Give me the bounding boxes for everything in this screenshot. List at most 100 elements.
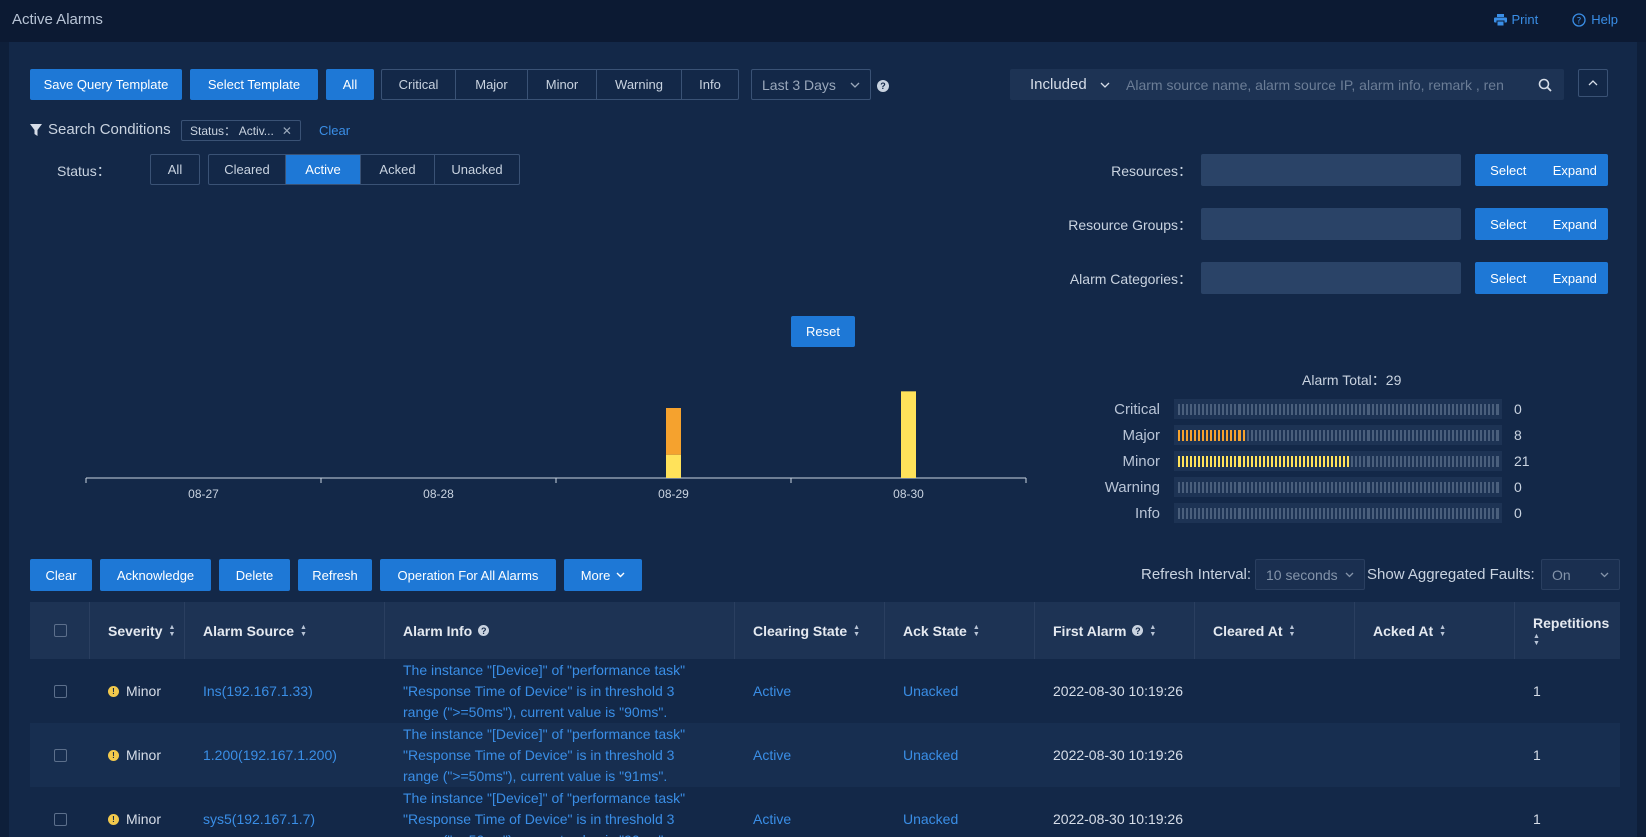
severity-filter-group: Critical Major Minor Warning Info bbox=[381, 69, 739, 100]
ack-state-column-header[interactable]: Ack State ▲ ▼ bbox=[885, 602, 1035, 659]
sort-icon: ▲ ▼ bbox=[1149, 623, 1157, 638]
severity-value: Minor bbox=[126, 683, 162, 699]
ack-state-link[interactable]: Unacked bbox=[885, 787, 1035, 837]
alarm-info-line: The instance "[Device]" of "performance … bbox=[403, 789, 686, 806]
severity-summary-bar bbox=[1174, 503, 1502, 523]
chart-reset-button[interactable]: Reset bbox=[791, 316, 855, 347]
severity-summary-row: Info 0 bbox=[1090, 502, 1522, 524]
resource-groups-select-button[interactable]: Select bbox=[1475, 217, 1542, 232]
time-range-help-icon[interactable]: ? bbox=[877, 80, 889, 92]
acknowledge-button[interactable]: Acknowledge bbox=[100, 559, 211, 591]
repetitions-column-header[interactable]: Repetitions ▲ ▼ bbox=[1515, 602, 1620, 659]
operation-for-all-alarms-button[interactable]: Operation For All Alarms bbox=[380, 559, 556, 591]
severity-info-option[interactable]: Info bbox=[682, 70, 738, 99]
alarm-categories-label: Alarm Categories： bbox=[1069, 271, 1192, 287]
alarm-info-cell[interactable]: The instance "[Device]" of "performance … bbox=[385, 659, 735, 723]
alarm-info-line: range (">=50ms"), current value is "90ms… bbox=[403, 830, 685, 837]
severity-value: Minor bbox=[126, 811, 162, 827]
clear-alarms-button[interactable]: Clear bbox=[30, 559, 92, 591]
alarm-info-cell[interactable]: The instance "[Device]" of "performance … bbox=[385, 723, 735, 787]
sort-icon: ▲ ▼ bbox=[853, 623, 861, 638]
severity-cell: ! Minor bbox=[90, 659, 185, 723]
help-link[interactable]: ? Help bbox=[1572, 12, 1618, 27]
bar-minor-08-29[interactable] bbox=[666, 454, 681, 478]
cleared-at-value bbox=[1195, 787, 1355, 837]
alarm-source-link[interactable]: 1.200(192.167.1.200) bbox=[185, 723, 385, 787]
print-link[interactable]: Print bbox=[1493, 12, 1538, 27]
resources-input[interactable] bbox=[1201, 154, 1461, 186]
row-checkbox[interactable] bbox=[54, 812, 67, 826]
severity-column-header[interactable]: Severity ▲ ▼ bbox=[90, 602, 185, 659]
alarm-source-link[interactable]: Ins(192.167.1.33) bbox=[185, 659, 385, 723]
severity-all-button[interactable]: All bbox=[326, 69, 374, 100]
alarm-categories-select-button[interactable]: Select bbox=[1475, 271, 1542, 286]
severity-header-label: Severity bbox=[108, 622, 163, 639]
row-checkbox-cell bbox=[30, 659, 90, 723]
clearing-state-link[interactable]: Active bbox=[735, 787, 885, 837]
alarm-source-link[interactable]: sys5(192.167.1.7) bbox=[185, 787, 385, 837]
sort-icon: ▲ ▼ bbox=[972, 623, 980, 638]
search-icon[interactable] bbox=[1538, 78, 1552, 92]
resources-select-button[interactable]: Select bbox=[1475, 163, 1542, 178]
bar-minor-08-30[interactable] bbox=[901, 391, 916, 478]
clearing-state-link[interactable]: Active bbox=[735, 659, 885, 723]
select-template-button[interactable]: Select Template bbox=[190, 69, 318, 100]
search-input[interactable] bbox=[1120, 76, 1538, 93]
select-all-checkbox[interactable] bbox=[54, 624, 67, 637]
ack-state-link[interactable]: Unacked bbox=[885, 723, 1035, 787]
severity-summary-bar bbox=[1174, 451, 1502, 471]
table-row[interactable]: ! Minor sys5(192.167.1.7) The instance "[De… bbox=[30, 787, 1620, 837]
severity-minor-option[interactable]: Minor bbox=[528, 70, 597, 99]
clearing-state-column-header[interactable]: Clearing State ▲ ▼ bbox=[735, 602, 885, 659]
close-icon[interactable]: ✕ bbox=[282, 124, 292, 138]
refresh-button[interactable]: Refresh bbox=[298, 559, 372, 591]
status-cleared-option[interactable]: Cleared bbox=[209, 155, 286, 184]
row-checkbox[interactable] bbox=[54, 684, 67, 698]
alarm-info-cell[interactable]: The instance "[Device]" of "performance … bbox=[385, 787, 735, 837]
ack-state-link[interactable]: Unacked bbox=[885, 659, 1035, 723]
collapse-filters-button[interactable] bbox=[1578, 69, 1608, 97]
alarm-categories-input[interactable] bbox=[1201, 262, 1461, 294]
table-row[interactable]: ! Minor Ins(192.167.1.33) The instance "[De… bbox=[30, 659, 1620, 723]
cleared-at-column-header[interactable]: Cleared At ▲ ▼ bbox=[1195, 602, 1355, 659]
resource-groups-expand-button[interactable]: Expand bbox=[1542, 217, 1609, 232]
clearing-state-link[interactable]: Active bbox=[735, 723, 885, 787]
alarm-source-column-header[interactable]: Alarm Source ▲ ▼ bbox=[185, 602, 385, 659]
row-checkbox[interactable] bbox=[54, 748, 67, 762]
status-acked-option[interactable]: Acked bbox=[361, 155, 435, 184]
printer-icon bbox=[1493, 13, 1507, 26]
alarm-info-line: The instance "[Device]" of "performance … bbox=[403, 661, 686, 678]
table-row[interactable]: ! Minor 1.200(192.167.1.200) The instance "… bbox=[30, 723, 1620, 787]
status-active-option[interactable]: Active bbox=[286, 155, 361, 184]
alarm-categories-expand-button[interactable]: Expand bbox=[1542, 271, 1609, 286]
chevron-down-icon bbox=[1600, 572, 1609, 577]
save-query-template-button[interactable]: Save Query Template bbox=[30, 69, 182, 100]
minor-severity-icon: ! bbox=[108, 749, 119, 761]
alarm-total: Alarm Total：29 bbox=[1302, 370, 1401, 390]
resource-groups-input[interactable] bbox=[1201, 208, 1461, 240]
delete-button[interactable]: Delete bbox=[219, 559, 290, 591]
severity-critical-option[interactable]: Critical bbox=[382, 70, 456, 99]
first-alarm-column-header[interactable]: First Alarm? ▲ ▼ bbox=[1035, 602, 1195, 659]
severity-warning-option[interactable]: Warning bbox=[597, 70, 682, 99]
status-all-option[interactable]: All bbox=[151, 155, 199, 184]
clear-conditions-link[interactable]: Clear bbox=[319, 123, 350, 138]
first-alarm-help-icon[interactable]: ? bbox=[1132, 625, 1144, 636]
select-all-cell bbox=[30, 602, 90, 659]
alarm-info-help-icon[interactable]: ? bbox=[478, 625, 490, 636]
acked-at-column-header[interactable]: Acked At ▲ ▼ bbox=[1355, 602, 1515, 659]
cleared-at-header-label: Cleared At bbox=[1213, 622, 1283, 639]
first-alarm-value: 2022-08-30 10:19:26 bbox=[1053, 811, 1183, 827]
search-mode-select[interactable]: Included bbox=[1010, 76, 1120, 93]
x-tick-label: 08-29 bbox=[658, 487, 689, 501]
refresh-interval-select[interactable]: 10 seconds bbox=[1255, 559, 1365, 590]
bar-major-08-29[interactable] bbox=[666, 408, 681, 455]
more-button[interactable]: More bbox=[564, 559, 642, 591]
top-bar: Active Alarms Print ? Help bbox=[0, 0, 1646, 42]
aggregated-faults-select[interactable]: On bbox=[1541, 559, 1620, 590]
resource-groups-actions: Select Expand bbox=[1475, 208, 1608, 240]
time-range-select[interactable]: Last 3 Days bbox=[751, 69, 871, 100]
status-unacked-option[interactable]: Unacked bbox=[435, 155, 519, 184]
resources-expand-button[interactable]: Expand bbox=[1542, 163, 1609, 178]
severity-major-option[interactable]: Major bbox=[456, 70, 528, 99]
